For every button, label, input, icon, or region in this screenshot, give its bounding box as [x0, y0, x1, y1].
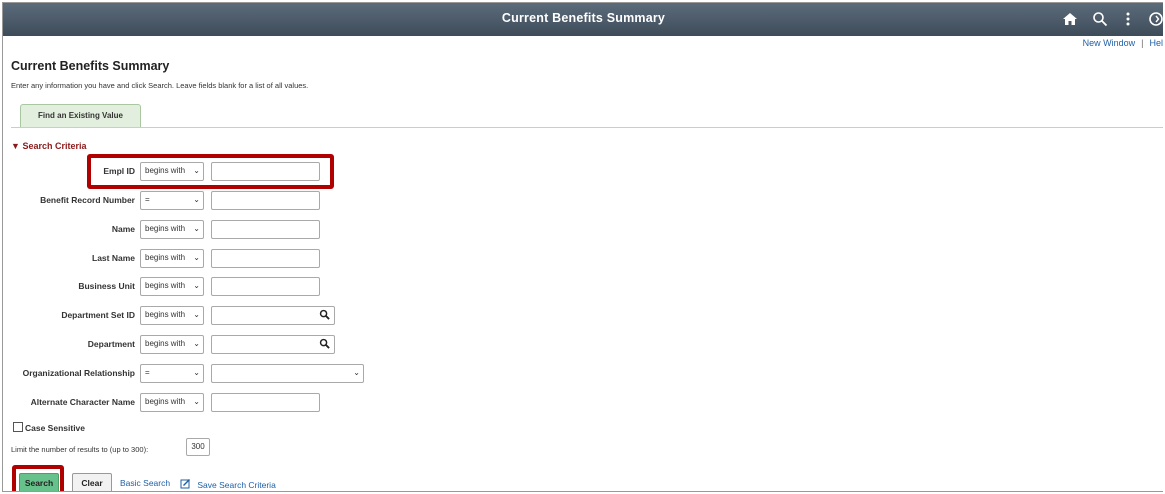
department-set-id-input[interactable]	[211, 306, 335, 325]
business-unit-input[interactable]	[211, 277, 320, 296]
lookup-icon[interactable]	[319, 338, 330, 349]
alternate-character-name-operator-value: begins with	[145, 397, 186, 406]
name-operator-value: begins with	[145, 224, 186, 233]
benefit-record-number-operator-value: =	[145, 195, 150, 204]
organizational-relationship-operator-select[interactable]: = ⌄	[140, 364, 204, 383]
last-name-input[interactable]	[211, 249, 320, 268]
actions-menu-icon[interactable]	[1120, 11, 1136, 27]
save-search-icon	[180, 479, 190, 489]
organizational-relationship-label: Organizational Relationship	[22, 368, 135, 378]
name-operator-select[interactable]: begins with ⌄	[140, 220, 204, 239]
instructions-text: Enter any information you have and click…	[11, 81, 309, 90]
limit-label: Limit the number of results to (up to 30…	[11, 445, 149, 454]
benefit-record-number-label: Benefit Record Number	[40, 195, 135, 205]
alternate-character-name-label: Alternate Character Name	[30, 397, 135, 407]
department-set-id-operator-select[interactable]: begins with ⌄	[140, 306, 204, 325]
basic-search-link[interactable]: Basic Search	[120, 478, 170, 488]
page-frame: Current Benefits Summary New Window | Hel …	[2, 2, 1163, 492]
department-operator-value: begins with	[145, 339, 186, 348]
home-icon[interactable]	[1062, 11, 1078, 27]
name-input[interactable]	[211, 220, 320, 239]
empl-id-highlight	[87, 154, 334, 189]
header-links: New Window | Hel	[1083, 38, 1163, 48]
chevron-down-icon: ⌄	[193, 368, 200, 377]
case-sensitive-label: Case Sensitive	[25, 423, 86, 433]
department-operator-select[interactable]: begins with ⌄	[140, 335, 204, 354]
case-sensitive-checkbox-row[interactable]: Case Sensitive	[13, 422, 85, 433]
chevron-down-icon: ⌄	[193, 310, 200, 319]
department-set-id-operator-value: begins with	[145, 310, 186, 319]
organizational-relationship-operator-value: =	[145, 368, 150, 377]
chevron-down-icon: ⌄	[193, 224, 200, 233]
lookup-icon[interactable]	[319, 309, 330, 320]
department-input[interactable]	[211, 335, 335, 354]
last-name-label: Last Name	[92, 253, 135, 263]
last-name-operator-value: begins with	[145, 253, 186, 262]
link-separator: |	[1141, 38, 1144, 48]
chevron-down-icon: ⌄	[193, 281, 200, 290]
business-unit-operator-value: begins with	[145, 281, 186, 290]
department-set-id-label: Department Set ID	[61, 310, 135, 320]
page-title: Current Benefits Summary	[11, 59, 170, 73]
help-link[interactable]: Hel	[1149, 38, 1163, 48]
limit-input[interactable]: 300	[186, 438, 210, 456]
collapse-triangle-icon: ▼	[11, 141, 20, 151]
tab-find-existing-value[interactable]: Find an Existing Value	[20, 104, 141, 128]
last-name-operator-select[interactable]: begins with ⌄	[140, 249, 204, 268]
search-icon[interactable]	[1092, 11, 1108, 27]
benefit-record-number-input[interactable]	[211, 191, 320, 210]
business-unit-operator-select[interactable]: begins with ⌄	[140, 277, 204, 296]
chevron-down-icon: ⌄	[193, 195, 200, 204]
clear-button[interactable]: Clear	[72, 473, 112, 491]
search-criteria-header[interactable]: ▼ Search Criteria	[11, 141, 86, 151]
chevron-down-icon: ⌄	[193, 397, 200, 406]
department-label: Department	[87, 339, 135, 349]
organizational-relationship-select[interactable]: ⌄	[211, 364, 364, 383]
save-search-criteria-label: Save Search Criteria	[197, 480, 276, 490]
banner-title: Current Benefits Summary	[501, 11, 666, 25]
business-unit-label: Business Unit	[78, 281, 135, 291]
name-label: Name	[111, 224, 135, 234]
alternate-character-name-input[interactable]	[211, 393, 320, 412]
chevron-down-icon: ⌄	[193, 253, 200, 262]
case-sensitive-checkbox[interactable]	[13, 422, 23, 432]
search-criteria-title: Search Criteria	[22, 141, 87, 151]
chevron-down-icon: ⌄	[353, 368, 360, 377]
new-window-link[interactable]: New Window	[1083, 38, 1136, 48]
tab-divider	[11, 127, 1163, 128]
banner: Current Benefits Summary	[3, 3, 1163, 36]
search-button[interactable]: Search	[19, 473, 59, 491]
navbar-icon[interactable]	[1148, 11, 1163, 27]
save-search-criteria-link[interactable]: Save Search Criteria	[180, 478, 276, 490]
benefit-record-number-operator-select[interactable]: = ⌄	[140, 191, 204, 210]
alternate-character-name-operator-select[interactable]: begins with ⌄	[140, 393, 204, 412]
chevron-down-icon: ⌄	[193, 339, 200, 348]
